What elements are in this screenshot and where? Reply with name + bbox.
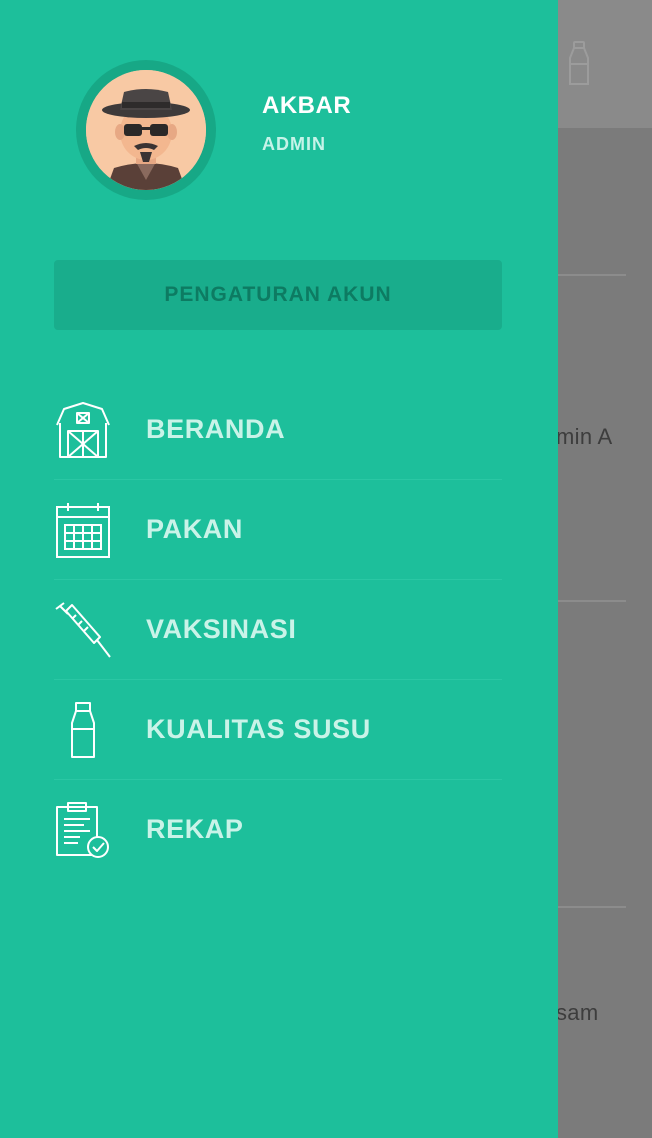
user-name: AKBAR bbox=[262, 92, 352, 119]
avatar[interactable] bbox=[76, 60, 216, 200]
menu-label: KUALITAS SUSU bbox=[146, 714, 371, 744]
menu-item-rekap[interactable]: REKAP bbox=[54, 780, 502, 879]
navigation-drawer: AKBAR ADMIN PENGATURAN AKUN BERANDA PAKA… bbox=[0, 0, 558, 1138]
menu-item-pakan[interactable]: PAKAN bbox=[54, 480, 502, 580]
menu-label: PAKAN bbox=[146, 514, 243, 544]
menu-label: VAKSINASI bbox=[146, 614, 297, 644]
syringe-icon bbox=[54, 601, 112, 659]
clipboard-check-icon bbox=[54, 801, 112, 859]
milk-bottle-icon bbox=[54, 701, 112, 759]
background-text: sam bbox=[556, 1000, 599, 1025]
avatar-image bbox=[86, 70, 206, 190]
barn-icon bbox=[54, 401, 112, 459]
user-role: ADMIN bbox=[262, 134, 326, 154]
menu-label: BERANDA bbox=[146, 414, 286, 444]
milk-bottle-icon bbox=[569, 41, 589, 85]
account-settings-button[interactable]: PENGATURAN AKUN bbox=[54, 260, 502, 330]
drawer-menu: BERANDA PAKAN VAKSINASI KUALITAS SUSU RE… bbox=[54, 380, 502, 879]
menu-item-vaksinasi[interactable]: VAKSINASI bbox=[54, 580, 502, 680]
menu-item-beranda[interactable]: BERANDA bbox=[54, 380, 502, 480]
menu-label: REKAP bbox=[146, 814, 244, 844]
calendar-icon bbox=[54, 501, 112, 559]
background-text: min A bbox=[556, 424, 613, 449]
menu-item-kualitas-susu[interactable]: KUALITAS SUSU bbox=[54, 680, 502, 780]
